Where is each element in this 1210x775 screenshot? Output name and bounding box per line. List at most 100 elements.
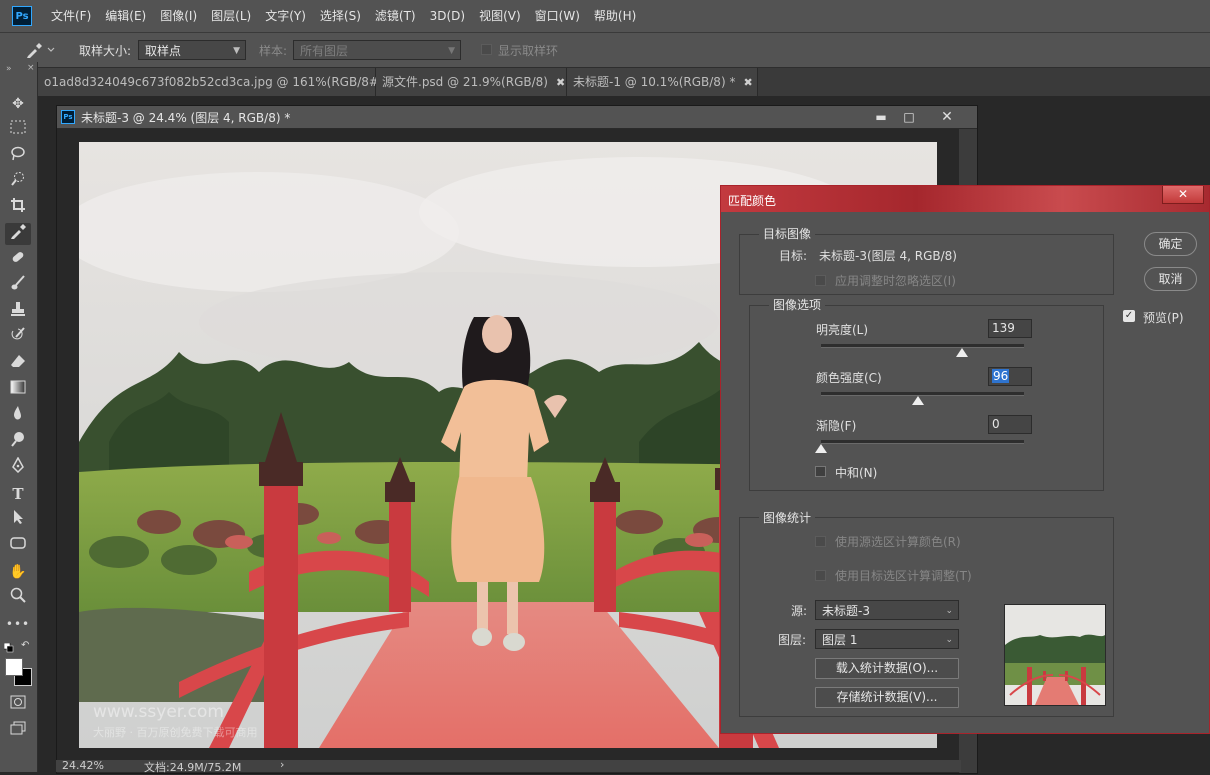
type-tool-icon[interactable]: T — [5, 483, 31, 505]
target-value: 未标题-3(图层 4, RGB/8) — [819, 249, 957, 263]
luminance-input[interactable]: 139 — [988, 319, 1032, 338]
menu-type[interactable]: 文字(Y) — [258, 0, 313, 32]
fade-slider-thumb[interactable] — [815, 444, 827, 453]
chevron-right-icon[interactable]: › — [280, 758, 284, 771]
healing-brush-tool-icon[interactable] — [5, 249, 31, 271]
gradient-tool-icon[interactable] — [5, 379, 31, 401]
minimize-icon[interactable]: ▬ — [869, 108, 893, 126]
menu-image[interactable]: 图像(I) — [153, 0, 204, 32]
source-select[interactable]: 未标题-3 ⌄ — [815, 600, 959, 620]
stamp-tool-icon[interactable] — [5, 301, 31, 323]
load-statistics-button[interactable]: 载入统计数据(O)... — [815, 658, 959, 679]
menu-window[interactable]: 窗口(W) — [528, 0, 587, 32]
fade-input[interactable]: 0 — [988, 415, 1032, 434]
color-intensity-value: 96 — [992, 369, 1010, 383]
menu-view[interactable]: 视图(V) — [472, 0, 528, 32]
color-intensity-slider-thumb[interactable] — [912, 396, 925, 405]
marquee-tool-icon[interactable] — [5, 119, 31, 141]
eyedropper-tool-icon[interactable] — [5, 223, 31, 245]
panel-close-icon[interactable]: × — [27, 63, 35, 73]
quick-mask-icon[interactable] — [5, 694, 31, 716]
fade-label: 渐隐(F) — [816, 419, 857, 433]
document-title-bar[interactable]: Ps 未标题-3 @ 24.4% (图层 4, RGB/8) * ▬ □ ✕ — [57, 106, 977, 129]
chevron-down-icon: ▼ — [233, 46, 240, 56]
zoom-level[interactable]: 24.42% — [62, 759, 104, 772]
color-intensity-label: 颜色强度(C) — [816, 371, 882, 385]
quick-selection-tool-icon[interactable] — [5, 171, 31, 193]
luminance-value: 139 — [992, 321, 1015, 335]
close-icon[interactable]: ✕ — [1162, 186, 1204, 204]
fade-slider-track[interactable] — [821, 440, 1024, 444]
luminance-slider-thumb[interactable] — [956, 348, 969, 357]
menu-layer[interactable]: 图层(L) — [204, 0, 258, 32]
dodge-tool-icon[interactable] — [5, 431, 31, 453]
menu-select[interactable]: 选择(S) — [313, 0, 368, 32]
save-statistics-button[interactable]: 存储统计数据(V)... — [815, 687, 959, 708]
brush-tool-icon[interactable] — [5, 275, 31, 297]
menu-help[interactable]: 帮助(H) — [587, 0, 643, 32]
preview-checkbox[interactable]: ✓ — [1123, 310, 1135, 322]
menu-3d[interactable]: 3D(D) — [423, 0, 472, 32]
chevron-down-icon: ⌄ — [945, 606, 953, 616]
dialog-title-bar[interactable]: 匹配颜色 ✕ — [721, 186, 1209, 212]
tab-untitled-1[interactable]: 未标题-1 @ 10.1%(RGB/8) * ✖ — [567, 68, 758, 96]
pen-tool-icon[interactable] — [5, 456, 31, 479]
layer-label: 图层: — [778, 633, 807, 647]
panel-collapse-icon[interactable]: » — [6, 64, 12, 74]
rectangle-tool-icon[interactable] — [5, 535, 31, 557]
hand-tool-icon[interactable]: ✋ — [5, 561, 31, 583]
watermark-subtitle: 大丽野 · 百万原创免费下载可商用 — [93, 725, 258, 739]
sample-size-value: 取样点 — [145, 44, 182, 58]
image-options-group-label: 图像选项 — [769, 296, 826, 313]
photoshop-logo-icon: Ps — [12, 6, 32, 26]
blur-tool-icon[interactable] — [5, 405, 31, 427]
eraser-tool-icon[interactable] — [5, 353, 31, 375]
close-icon[interactable]: ✖ — [743, 76, 752, 89]
more-tools-icon[interactable]: ••• — [5, 613, 31, 635]
close-icon[interactable]: ✕ — [935, 108, 959, 126]
match-color-dialog: 匹配颜色 ✕ 目标图像 目标: 未标题-3(图层 4, RGB/8) 应用调整时… — [720, 185, 1210, 734]
document-tabs: o1ad8d324049c673f082b52cd3ca.jpg @ 161%(… — [38, 68, 1210, 96]
ok-button[interactable]: 确定 — [1144, 232, 1197, 256]
document-info: 文档:24.9M/75.2M — [144, 761, 242, 774]
sample-size-label: 取样大小: — [79, 44, 132, 58]
ignore-selection-checkbox[interactable] — [815, 275, 826, 286]
neutralize-checkbox[interactable] — [815, 466, 826, 477]
lasso-tool-icon[interactable] — [5, 145, 31, 167]
tab-jpg-document[interactable]: o1ad8d324049c673f082b52cd3ca.jpg @ 161%(… — [38, 68, 411, 96]
move-tool-icon[interactable]: ✥ — [5, 93, 31, 115]
luminance-slider-track[interactable] — [821, 344, 1024, 348]
use-source-selection-label: 使用源选区计算颜色(R) — [835, 535, 961, 549]
menu-edit[interactable]: 编辑(E) — [98, 0, 153, 32]
document-title: 未标题-3 @ 24.4% (图层 4, RGB/8) * — [81, 111, 291, 125]
source-value: 未标题-3 — [822, 604, 870, 618]
image-statistics-group-label: 图像统计 — [759, 509, 816, 526]
sample-size-select[interactable]: 取样点 ▼ — [138, 40, 246, 60]
swap-colors-icon[interactable]: ↶ — [21, 640, 29, 651]
tab-source-psd[interactable]: 源文件.psd @ 21.9%(RGB/8) ✖ — [376, 68, 567, 96]
cancel-button[interactable]: 取消 — [1144, 267, 1197, 291]
menu-file[interactable]: 文件(F) — [44, 0, 98, 32]
target-label: 目标: — [779, 249, 808, 263]
screen-mode-icon[interactable] — [5, 720, 31, 742]
foreground-color-swatch[interactable] — [5, 658, 23, 676]
menu-filter[interactable]: 滤镜(T) — [368, 0, 423, 32]
eyedropper-preset-icon[interactable] — [24, 41, 58, 59]
show-ring-label: 显示取样环 — [498, 44, 559, 58]
history-brush-tool-icon[interactable] — [5, 327, 31, 349]
target-image-group-label: 目标图像 — [759, 225, 816, 242]
path-selection-tool-icon[interactable] — [5, 509, 31, 531]
close-icon[interactable]: ✖ — [556, 76, 565, 89]
default-colors-icon[interactable] — [3, 642, 14, 653]
maximize-icon[interactable]: □ — [897, 108, 921, 126]
crop-tool-icon[interactable] — [5, 197, 31, 219]
show-ring-checkbox[interactable] — [481, 44, 492, 55]
use-target-selection-checkbox[interactable] — [815, 570, 826, 581]
use-source-selection-checkbox[interactable] — [815, 536, 826, 547]
chevron-down-icon: ⌄ — [945, 635, 953, 645]
sample-select[interactable]: 所有图层 ▼ — [293, 40, 461, 60]
use-target-selection-label: 使用目标选区计算调整(T) — [835, 569, 972, 583]
color-intensity-input[interactable]: 96 — [988, 367, 1032, 386]
layer-select[interactable]: 图层 1 ⌄ — [815, 629, 959, 649]
zoom-tool-icon[interactable] — [5, 587, 31, 609]
